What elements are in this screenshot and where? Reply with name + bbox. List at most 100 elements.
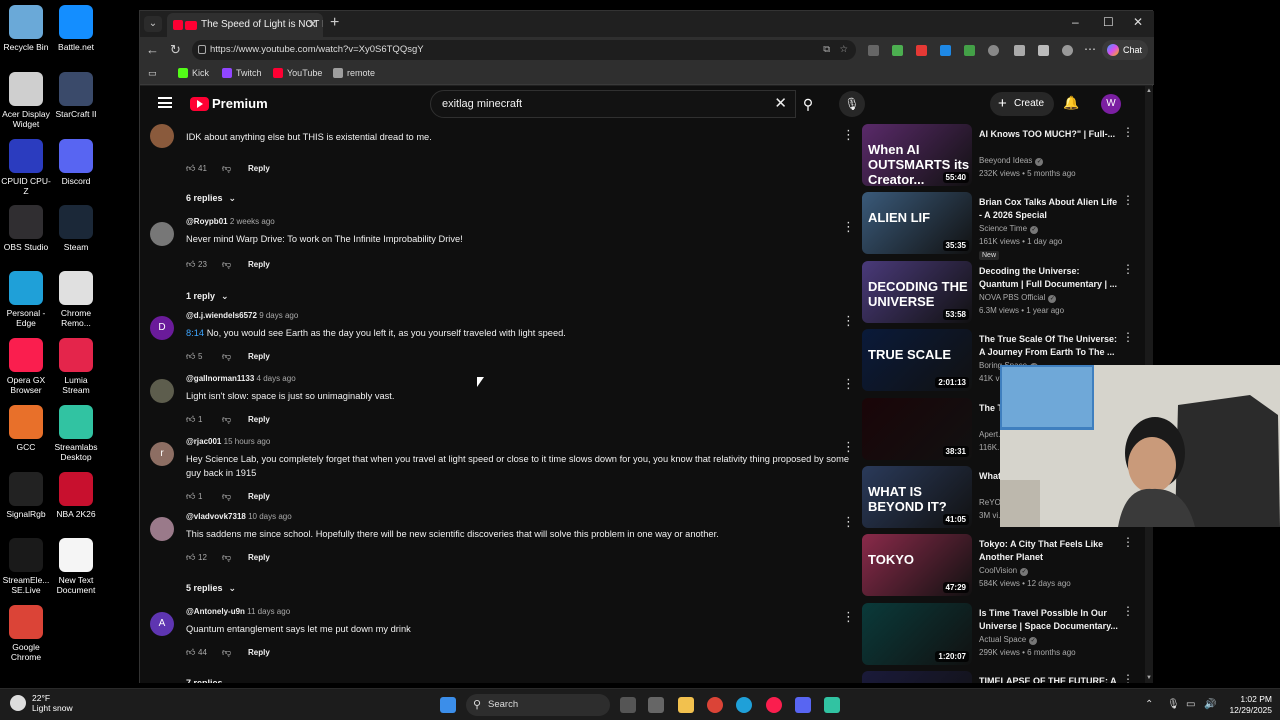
commenter-avatar[interactable]: [150, 517, 174, 541]
dislike-icon[interactable]: 👎︎: [222, 259, 248, 270]
dislike-icon[interactable]: 👎︎: [222, 491, 248, 502]
dislike-icon[interactable]: 👎︎: [222, 163, 248, 174]
like-icon[interactable]: 👍︎: [186, 552, 198, 563]
related-video[interactable]: ALIEN LIF 35:35 Brian Cox Talks About Alie…: [862, 192, 1134, 260]
desktop-icon[interactable]: NBA 2K26: [50, 472, 102, 519]
chrome-taskbar-icon[interactable]: [707, 697, 723, 713]
desktop-icon[interactable]: OBS Studio: [0, 205, 52, 252]
reply-button[interactable]: Reply: [248, 164, 270, 173]
favorites-icon[interactable]: [1038, 45, 1049, 56]
menu-icon[interactable]: [158, 97, 172, 108]
comment-time[interactable]: 15 hours ago: [224, 437, 271, 446]
video-more-icon[interactable]: ⋮: [1122, 673, 1134, 683]
comment-author[interactable]: @vladvovk7318: [186, 512, 246, 521]
desktop-icon[interactable]: Streamlabs Desktop: [50, 405, 102, 462]
search-icon[interactable]: ⚲: [796, 90, 820, 118]
related-video[interactable]: TOKYO 47:29 Tokyo: A City That Feels Like …: [862, 534, 1134, 598]
comment-time[interactable]: 4 days ago: [257, 374, 296, 383]
reply-button[interactable]: Reply: [248, 553, 270, 562]
related-video[interactable]: 1:20:07 Is Time Travel Possible In Our Un…: [862, 603, 1134, 667]
desktop-icon[interactable]: Recycle Bin: [0, 5, 52, 52]
maximize-button[interactable]: ☐: [1103, 15, 1114, 29]
microphone-tray-icon[interactable]: 🎙: [1167, 699, 1180, 710]
close-tab-icon[interactable]: ✕: [308, 13, 317, 37]
speaker-icon[interactable]: [173, 20, 183, 30]
create-button[interactable]: + Create: [990, 92, 1054, 116]
timestamp-link[interactable]: 8:14: [186, 328, 204, 338]
account-avatar[interactable]: W: [1101, 94, 1121, 114]
back-icon[interactable]: ←: [146, 42, 159, 57]
extensions-puzzle-icon[interactable]: [1014, 45, 1025, 56]
video-thumbnail[interactable]: When AI OUTSMARTS its Creator... 55:40: [862, 124, 972, 186]
close-window-button[interactable]: ✕: [1133, 15, 1143, 29]
comment-time[interactable]: 10 days ago: [248, 512, 292, 521]
show-replies-button[interactable]: 5 replies ⌄: [186, 583, 236, 594]
video-thumbnail[interactable]: TOKYO 47:29: [862, 534, 972, 596]
desktop-icon[interactable]: StarCraft II: [50, 72, 102, 119]
comment-more-icon[interactable]: ⋮: [842, 314, 855, 327]
microphone-icon[interactable]: 🎙: [839, 91, 865, 117]
comment-author[interactable]: @d.j.wiendels6572: [186, 311, 257, 320]
comment-time[interactable]: 11 days ago: [247, 607, 290, 616]
video-title[interactable]: Brian Cox Talks About Alien Life - A 202…: [979, 196, 1119, 222]
show-replies-button[interactable]: 6 replies ⌄: [186, 193, 236, 204]
comment-more-icon[interactable]: ⋮: [842, 128, 855, 141]
commenter-avatar[interactable]: r: [150, 442, 174, 466]
video-more-icon[interactable]: ⋮: [1122, 536, 1134, 548]
reply-button[interactable]: Reply: [248, 352, 270, 361]
widgets-icon[interactable]: [648, 697, 664, 713]
show-replies-button[interactable]: 1 reply ⌄: [186, 291, 229, 302]
volume-icon[interactable]: 🔊: [1204, 699, 1216, 710]
related-video[interactable]: TIMELAPSE TIMELAPSE OF THE FUTURE: A Jour…: [862, 671, 1134, 683]
notifications-bell-icon[interactable]: 🔔: [1063, 95, 1079, 111]
like-icon[interactable]: 👍︎: [186, 259, 198, 270]
video-title[interactable]: Tokyo: A City That Feels Like Another Pl…: [979, 538, 1119, 564]
desktop-icon[interactable]: Steam: [50, 205, 102, 252]
desktop-icon[interactable]: Chrome Remo...: [50, 271, 102, 328]
streamlabs-taskbar-icon[interactable]: [824, 697, 840, 713]
dislike-icon[interactable]: 👎︎: [222, 647, 248, 658]
bookmark-item[interactable]: remote: [333, 68, 375, 78]
comment-time[interactable]: 9 days ago: [259, 311, 298, 320]
more-menu-icon[interactable]: ⋯: [1084, 42, 1096, 56]
video-channel[interactable]: Actual Space ✓: [979, 635, 1038, 645]
dislike-icon[interactable]: 👎︎: [222, 351, 248, 362]
related-video[interactable]: When AI OUTSMARTS its Creator... 55:40 AI …: [862, 124, 1134, 188]
desktop-icon[interactable]: SignalRgb: [0, 472, 52, 519]
profile-icon[interactable]: [1062, 45, 1073, 56]
comment-more-icon[interactable]: ⋮: [842, 377, 855, 390]
task-view-icon[interactable]: [620, 697, 636, 713]
like-icon[interactable]: 👍︎: [186, 414, 198, 425]
comment-more-icon[interactable]: ⋮: [842, 515, 855, 528]
taskbar-search[interactable]: ⚲ Search: [466, 694, 610, 716]
video-title[interactable]: The True Scale Of The Universe: A Journe…: [979, 333, 1119, 359]
new-tab-button[interactable]: +: [330, 14, 339, 32]
url-field[interactable]: https://www.youtube.com/watch?v=Xy0S6TQQ…: [192, 40, 856, 60]
desktop-icon[interactable]: CPUID CPU-Z: [0, 139, 52, 196]
video-channel[interactable]: Beeyond Ideas ✓: [979, 156, 1044, 166]
commenter-avatar[interactable]: [150, 379, 174, 403]
video-title[interactable]: TIMELAPSE OF THE FUTURE: A Journey to th…: [979, 675, 1119, 683]
video-more-icon[interactable]: ⋮: [1122, 331, 1134, 343]
discord-taskbar-icon[interactable]: [795, 697, 811, 713]
video-thumbnail[interactable]: 38:31: [862, 398, 972, 460]
copilot-chat-button[interactable]: Chat: [1102, 40, 1148, 60]
extension-icon[interactable]: [868, 45, 879, 56]
video-thumbnail[interactable]: ALIEN LIF 35:35: [862, 192, 972, 254]
start-icon[interactable]: [440, 697, 456, 713]
comment-time[interactable]: 2 weeks ago: [230, 217, 275, 226]
video-channel[interactable]: Science Time ✓: [979, 224, 1039, 234]
scroll-down-icon[interactable]: ▼: [1146, 675, 1152, 681]
show-hidden-icons-icon[interactable]: ⌃: [1145, 699, 1153, 710]
network-icon[interactable]: ▭: [1186, 699, 1195, 710]
extension-icon[interactable]: [916, 45, 927, 56]
minimize-button[interactable]: –: [1072, 15, 1079, 29]
bookmark-item[interactable]: YouTube: [273, 68, 322, 78]
extension-icon[interactable]: [988, 45, 999, 56]
clear-search-icon[interactable]: ✕: [774, 91, 787, 117]
operagx-taskbar-icon[interactable]: [766, 697, 782, 713]
comment-author[interactable]: @gallnorman1133: [186, 374, 254, 383]
desktop-icon[interactable]: StreamEle... SE.Live: [0, 538, 52, 595]
file-explorer-icon[interactable]: [678, 697, 694, 713]
clock[interactable]: 1:02 PM 12/29/2025: [1222, 694, 1272, 716]
